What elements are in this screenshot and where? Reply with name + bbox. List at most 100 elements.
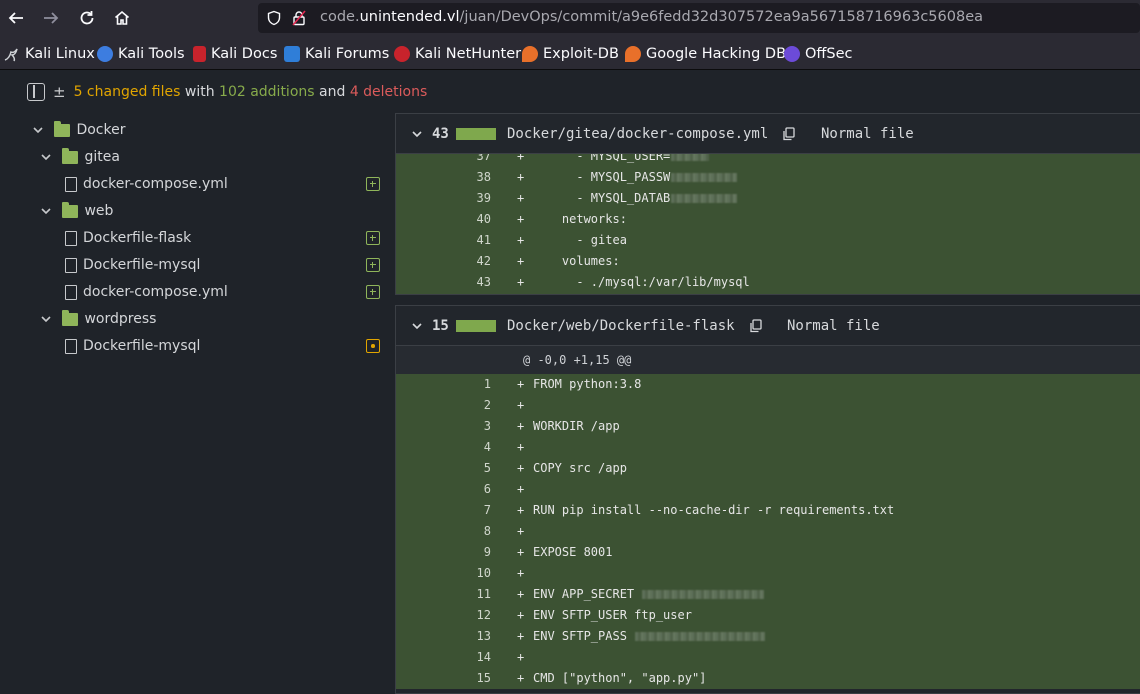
bookmark-kali-nethunter[interactable]: Kali NetHunter xyxy=(394,45,521,63)
line-number[interactable]: 42 xyxy=(396,251,491,272)
line-text: volumes: xyxy=(533,254,620,268)
home-button[interactable] xyxy=(107,3,137,33)
redacted-value xyxy=(635,632,766,641)
insecure-lock-icon[interactable] xyxy=(291,10,307,26)
tree-folder-web[interactable]: web xyxy=(40,200,113,222)
bookmark-kali-tools[interactable]: Kali Tools xyxy=(97,45,185,63)
line-number[interactable]: 38 xyxy=(396,167,491,188)
offsec-icon xyxy=(784,46,800,62)
line-text: - ./mysql:/var/lib/mysql xyxy=(533,275,750,289)
changed-files-count[interactable]: 5 changed files xyxy=(74,84,181,100)
bookmark-google-hacking-db[interactable]: Google Hacking DB xyxy=(625,45,786,63)
line-number[interactable]: 11 xyxy=(396,584,491,605)
tree-file-web-flask[interactable]: Dockerfile-flask xyxy=(65,227,191,249)
tree-folder-docker[interactable]: Docker xyxy=(32,119,125,141)
forward-button[interactable] xyxy=(36,3,66,33)
line-number[interactable]: 2 xyxy=(396,395,491,416)
line-sign: + xyxy=(517,377,525,391)
shield-icon[interactable] xyxy=(266,10,282,26)
line-number[interactable]: 15 xyxy=(396,668,491,689)
tree-folder-gitea[interactable]: gitea xyxy=(40,146,120,168)
file-icon xyxy=(65,257,77,273)
chevron-down-icon xyxy=(41,208,51,215)
line-sign: + xyxy=(517,440,525,454)
line-number[interactable]: 3 xyxy=(396,416,491,437)
back-button[interactable] xyxy=(1,3,31,33)
diff-filename[interactable]: Docker/gitea/docker-compose.yml xyxy=(507,126,768,142)
modified-status-icon xyxy=(366,339,380,353)
code-line: 41 + - gitea xyxy=(396,230,1140,251)
line-number[interactable]: 39 xyxy=(396,188,491,209)
line-sign: + xyxy=(517,419,525,433)
reload-button[interactable] xyxy=(72,3,102,33)
line-number[interactable]: 13 xyxy=(396,626,491,647)
code-line: 4 + xyxy=(396,437,1140,458)
hunk-header[interactable]: @ -0,0 +1,15 @@ xyxy=(396,346,1140,374)
code-line: 5 + COPY src /app xyxy=(396,458,1140,479)
line-sign: + xyxy=(517,566,525,580)
chevron-down-icon[interactable] xyxy=(411,320,423,332)
bookmark-kali-forums[interactable]: Kali Forums xyxy=(284,45,389,63)
line-sign: + xyxy=(517,587,525,601)
folder-icon xyxy=(54,120,70,137)
line-text: - MYSQL_PASSW xyxy=(533,167,738,188)
line-number[interactable]: 9 xyxy=(396,542,491,563)
summary-and: and xyxy=(319,84,346,100)
url-text[interactable]: code.unintended.vl/juan/DevOps/commit/a9… xyxy=(320,9,983,25)
copy-icon[interactable] xyxy=(749,319,763,333)
diff-filename[interactable]: Docker/web/Dockerfile-flask xyxy=(507,318,735,334)
code-line: 38 + - MYSQL_PASSW xyxy=(396,167,1140,188)
bookmark-offsec[interactable]: OffSec xyxy=(784,45,853,63)
line-number[interactable]: 12 xyxy=(396,605,491,626)
chevron-down-icon[interactable] xyxy=(411,128,423,140)
copy-icon[interactable] xyxy=(782,127,796,141)
line-number[interactable]: 1 xyxy=(396,374,491,395)
folder-label: Docker xyxy=(76,122,126,138)
line-sign: + xyxy=(517,398,525,412)
bookmark-label: Kali Tools xyxy=(118,46,185,62)
line-number[interactable]: 14 xyxy=(396,647,491,668)
line-number[interactable]: 43 xyxy=(396,272,491,293)
toggle-file-tree-icon[interactable] xyxy=(27,83,45,101)
tree-folder-wordpress[interactable]: wordpress xyxy=(40,308,156,330)
arrow-right-icon xyxy=(44,12,59,24)
url-domain: unintended.vl xyxy=(359,9,460,25)
line-number[interactable]: 37 xyxy=(396,154,491,167)
code-line: 12 + ENV SFTP_USER ftp_user xyxy=(396,605,1140,626)
redacted-value xyxy=(642,590,765,599)
line-number[interactable]: 41 xyxy=(396,230,491,251)
line-sign: + xyxy=(517,275,525,289)
folder-icon xyxy=(62,147,78,164)
url-prefix: code. xyxy=(320,9,360,25)
line-number[interactable]: 6 xyxy=(396,479,491,500)
bookmark-kali-linux[interactable]: Kali Linux xyxy=(4,45,95,63)
line-number[interactable]: 7 xyxy=(396,500,491,521)
tree-file-web-mysql[interactable]: Dockerfile-mysql xyxy=(65,254,200,276)
bookmark-label: OffSec xyxy=(805,46,853,62)
tree-file-wp-mysql[interactable]: Dockerfile-mysql xyxy=(65,335,200,357)
line-number[interactable]: 5 xyxy=(396,458,491,479)
line-text: RUN pip install --no-cache-dir -r requir… xyxy=(533,503,895,517)
line-text: - gitea xyxy=(533,233,627,247)
line-number[interactable]: 10 xyxy=(396,563,491,584)
file-icon xyxy=(65,284,77,300)
tree-file-gitea-compose[interactable]: docker-compose.yml xyxy=(65,173,228,195)
bookmark-exploit-db[interactable]: Exploit-DB xyxy=(522,45,619,63)
tree-file-web-compose[interactable]: docker-compose.yml xyxy=(65,281,228,303)
line-number[interactable]: 8 xyxy=(396,521,491,542)
plus-minus-icon[interactable]: ± xyxy=(53,83,66,101)
folder-label: wordpress xyxy=(84,311,157,327)
bookmark-kali-docs[interactable]: Kali Docs xyxy=(193,45,277,63)
line-text: - MYSQL_DATAB xyxy=(533,188,738,209)
line-number[interactable]: 4 xyxy=(396,437,491,458)
diff-summary: ± 5 changed files with 102 additions and… xyxy=(27,82,427,102)
kali-forums-icon xyxy=(284,46,300,62)
kali-tools-icon xyxy=(97,46,113,62)
arrow-left-icon xyxy=(8,12,23,24)
file-label: Dockerfile-mysql xyxy=(83,257,201,273)
line-sign: + xyxy=(517,191,525,205)
url-bar[interactable]: code.unintended.vl/juan/DevOps/commit/a9… xyxy=(258,3,1140,33)
line-sign: + xyxy=(517,671,525,685)
line-number[interactable]: 40 xyxy=(396,209,491,230)
folder-label: gitea xyxy=(84,149,120,165)
